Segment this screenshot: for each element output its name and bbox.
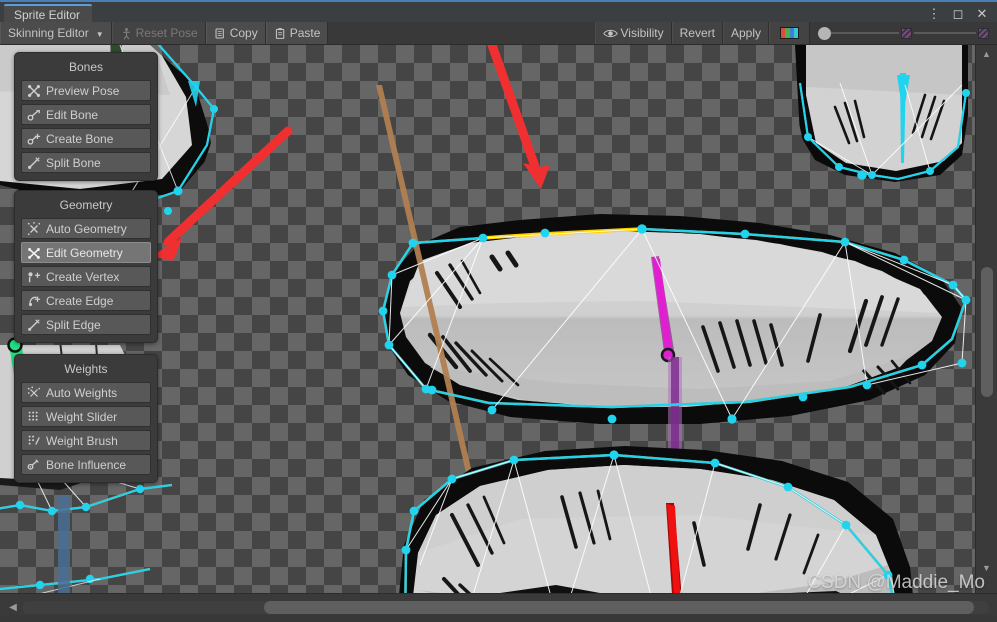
sprite-fragment-top-right: [795, 45, 968, 182]
paste-icon: [275, 27, 284, 39]
kebab-menu-icon[interactable]: ⋮: [927, 7, 941, 20]
panel-title-weights: Weights: [64, 362, 108, 376]
tool-label: Split Bone: [46, 155, 101, 170]
weight-slider-icon: [28, 411, 38, 421]
tool-create-edge[interactable]: Create Edge: [21, 290, 151, 311]
geometry-auto-icon: [27, 221, 41, 235]
panel-title-geometry: Geometry: [59, 198, 113, 212]
opacity-slider[interactable]: [810, 22, 997, 44]
visibility-label: Visibility: [620, 26, 664, 40]
skinning-editor-dropdown[interactable]: Skinning Editor ▼: [0, 22, 112, 44]
tool-label: Bone Influence: [46, 457, 127, 472]
reset-pose-label: Reset Pose: [135, 26, 198, 40]
tool-label: Create Edge: [46, 293, 114, 308]
tool-label: Split Edge: [46, 317, 101, 332]
tool-split-edge[interactable]: Split Edge: [21, 314, 151, 335]
tool-split-bone[interactable]: Split Bone: [21, 152, 151, 173]
slider-handle[interactable]: [818, 26, 831, 40]
maximize-icon[interactable]: ◻: [951, 7, 965, 20]
apply-button[interactable]: Apply: [722, 22, 769, 44]
panel-weights: Weights Auto Weights Weight Slider Weigh…: [14, 354, 158, 483]
sprite-editor-window: Bones Preview Pose Edit Bone Create Bone…: [0, 0, 997, 622]
paste-button[interactable]: Paste: [265, 22, 329, 44]
tool-auto-weights[interactable]: Auto Weights: [21, 382, 151, 403]
tool-label: Weight Brush: [46, 433, 118, 448]
tool-label: Create Vertex: [46, 269, 120, 284]
toolbar-spacer: [328, 22, 595, 44]
watermark: CSDN @Maddie_Mo: [807, 572, 985, 593]
tool-label: Edit Geometry: [46, 245, 123, 260]
window-bottom-strip: [0, 615, 997, 622]
bone-preview-icon: [28, 84, 40, 97]
vertical-scrollbar[interactable]: ▲ ▼: [975, 45, 997, 613]
tool-label: Preview Pose: [46, 83, 120, 98]
weight-brush-icon: [28, 435, 40, 445]
bone-edit-icon: [27, 109, 40, 121]
scroll-up-arrow[interactable]: ▲: [976, 49, 997, 59]
tab-label: Sprite Editor: [14, 8, 81, 22]
panel-bones: Bones Preview Pose Edit Bone Create Bone…: [14, 52, 158, 181]
tool-weight-slider[interactable]: Weight Slider: [21, 406, 151, 427]
revert-label: Revert: [679, 26, 715, 40]
vertical-scroll-thumb[interactable]: [981, 267, 993, 397]
tool-label: Create Bone: [46, 131, 114, 146]
reset-pose-icon: [122, 27, 130, 40]
close-icon[interactable]: ✕: [975, 7, 989, 20]
apply-label: Apply: [730, 26, 761, 40]
tool-label: Edit Bone: [46, 107, 99, 122]
panel-geometry: Geometry Auto Geometry Edit Geometry Cre…: [14, 190, 158, 343]
tool-weight-brush[interactable]: Weight Brush: [21, 430, 151, 451]
horizontal-scroll-thumb[interactable]: [264, 601, 974, 614]
visibility-button[interactable]: Visibility: [594, 22, 672, 44]
tool-edit-geometry[interactable]: Edit Geometry: [21, 242, 151, 263]
copy-button[interactable]: Copy: [205, 22, 266, 44]
bone-influence-icon: [27, 458, 39, 470]
weights-auto-icon: [27, 385, 41, 397]
tool-edit-bone[interactable]: Edit Bone: [21, 104, 151, 125]
eye-icon: [602, 29, 618, 37]
edge-create-icon: [28, 296, 41, 306]
panel-title-bones: Bones: [68, 60, 104, 74]
revert-button[interactable]: Revert: [671, 22, 723, 44]
scroll-left-arrow[interactable]: ◀: [6, 600, 20, 615]
reset-pose-button[interactable]: Reset Pose: [111, 22, 206, 44]
edge-split-icon: [28, 318, 40, 331]
texture-swatch-a-icon: [901, 27, 912, 39]
copy-icon: [215, 28, 224, 38]
geometry-edit-icon: [28, 247, 40, 259]
editor-toolbar: Skinning Editor ▼ Reset Pose Copy Paste …: [0, 22, 997, 45]
copy-label: Copy: [229, 26, 258, 40]
channel-color-button[interactable]: [769, 22, 810, 44]
tool-create-vertex[interactable]: Create Vertex: [21, 266, 151, 287]
tool-preview-pose[interactable]: Preview Pose: [21, 80, 151, 101]
skinning-editor-label: Skinning Editor: [8, 26, 89, 40]
window-controls: ⋮ ◻ ✕: [927, 2, 993, 24]
bone-split-icon: [28, 156, 40, 169]
vertex-create-icon: [28, 271, 41, 282]
texture-swatch-b-icon: [978, 27, 989, 39]
tool-label: Auto Geometry: [46, 221, 127, 236]
arrow-to-selected-edge: [487, 45, 550, 189]
slider-track-right[interactable]: [914, 32, 976, 34]
tab-sprite-editor[interactable]: Sprite Editor: [4, 4, 93, 24]
tool-create-bone[interactable]: Create Bone: [21, 128, 151, 149]
tool-label: Weight Slider: [46, 409, 118, 424]
slider-track-left[interactable]: [831, 32, 899, 34]
chevron-down-icon: ▼: [95, 29, 104, 39]
window-titlebar: Sprite Editor ⋮ ◻ ✕: [0, 0, 997, 24]
tool-auto-geometry[interactable]: Auto Geometry: [21, 218, 151, 239]
color-swatch-icon: [780, 27, 799, 39]
bone-create-icon: [27, 133, 41, 145]
paste-label: Paste: [289, 26, 321, 40]
tool-label: Auto Weights: [46, 385, 118, 400]
tool-bone-influence[interactable]: Bone Influence: [21, 454, 151, 475]
toolbar-right-group: Visibility Revert Apply: [594, 22, 997, 44]
